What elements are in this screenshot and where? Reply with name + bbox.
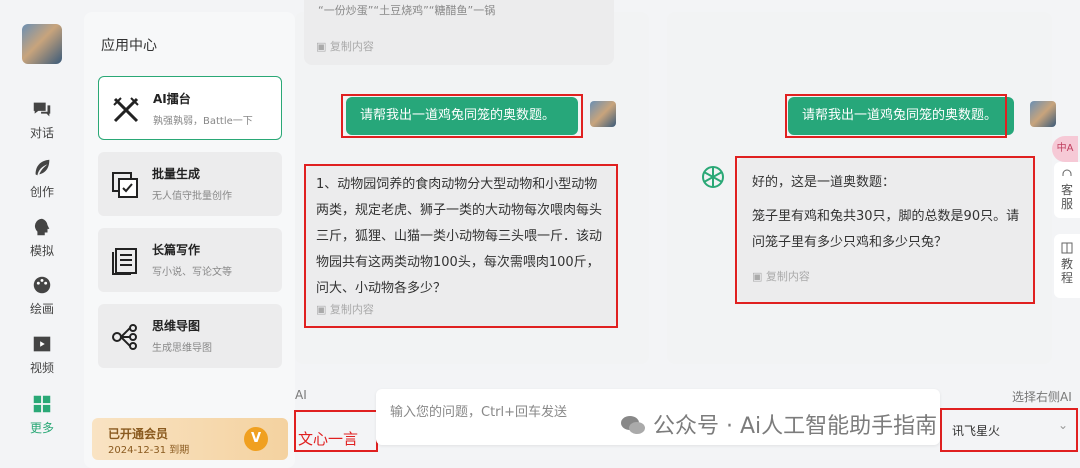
grid-icon <box>33 395 51 413</box>
copy-button[interactable]: ▣ 复制内容 <box>316 303 374 317</box>
nav-item-more[interactable]: 更多 <box>0 393 84 436</box>
chat-icon <box>33 102 51 117</box>
watermark: 公众号 · Ai人工智能助手指南 <box>620 408 937 440</box>
batch-icon <box>112 172 138 198</box>
previous-message-card: “一份炒蛋”“土豆烧鸡”“糖醋鱼”一锅 ▣ 复制内容 <box>304 0 614 65</box>
head-icon <box>34 218 50 236</box>
nav-label: 绘画 <box>29 302 54 316</box>
translate-tab[interactable]: 中A <box>1052 136 1078 162</box>
crossed-swords-icon <box>113 97 139 123</box>
left-ai-label: AI <box>295 388 307 402</box>
copy-button[interactable]: ▣ 复制内容 <box>752 270 810 284</box>
service-label: 客服 <box>1061 183 1074 211</box>
nav-sidebar: 对话 创作 模拟 绘画 视频 更多 <box>0 0 84 468</box>
book-icon <box>1061 242 1073 254</box>
right-bot-message: 好的，这是一道奥数题： 笼子里有鸡和兔共30只，脚的总数是90只。请问笼子里有多… <box>738 158 1034 302</box>
app-title: 长篇写作 <box>152 243 201 257</box>
avatar[interactable] <box>22 24 62 64</box>
bot-message-line1: 好的，这是一道奥数题： <box>752 175 896 190</box>
left-bot-message: 1、动物园饲养的食肉动物分大型动物和小型动物两类，规定老虎、狮子一类的大动物每次… <box>306 166 616 326</box>
member-expiry: 2024-12-31 到期 <box>108 445 190 456</box>
wechat-icon <box>621 416 645 434</box>
nav-label: 创作 <box>29 185 54 199</box>
copy-label: 复制内容 <box>765 270 810 283</box>
mindmap-icon <box>112 324 137 350</box>
customer-service-tab[interactable]: 客服 <box>1054 162 1080 218</box>
nav-item-create[interactable]: 创作 <box>0 157 84 200</box>
nav-item-simulate[interactable]: 模拟 <box>0 216 84 259</box>
feather-icon <box>35 159 50 176</box>
input-placeholder: 输入您的问题，Ctrl+回车发送 <box>390 405 568 420</box>
copy-label: 复制内容 <box>329 303 374 316</box>
app-title: 思维导图 <box>152 319 201 333</box>
app-title: AI擂台 <box>153 92 191 106</box>
left-model-selector[interactable]: 文心一言 <box>298 428 358 449</box>
palette-icon <box>33 276 51 294</box>
video-icon <box>33 336 51 352</box>
app-subtitle: 生成思维导图 <box>152 343 212 354</box>
app-mindmap[interactable]: 思维导图 生成思维导图 <box>98 304 282 368</box>
member-title: 已开通会员 <box>108 427 169 441</box>
right-ai-select-label: 选择右侧AI <box>1012 390 1072 404</box>
copy-button[interactable]: ▣ 复制内容 <box>316 38 374 54</box>
user-avatar <box>590 101 616 127</box>
app-subtitle: 无人值守批量创作 <box>152 191 232 202</box>
app-title: 批量生成 <box>152 167 201 181</box>
app-batch-generate[interactable]: 批量生成 无人值守批量创作 <box>98 152 282 216</box>
tutorial-label: 教程 <box>1061 257 1074 285</box>
tutorial-tab[interactable]: 教程 <box>1054 234 1080 298</box>
app-subtitle: 写小说、写论文等 <box>152 267 232 278</box>
chatgpt-logo-icon <box>702 166 724 188</box>
nav-label: 更多 <box>29 421 54 435</box>
panel-title: 应用中心 <box>101 38 157 54</box>
member-card[interactable]: 已开通会员 2024-12-31 到期 V <box>92 418 288 460</box>
headset-icon <box>1062 169 1072 176</box>
chevron-down-icon: ⌄ <box>1058 418 1069 432</box>
nav-label: 模拟 <box>29 244 54 258</box>
app-ai-arena[interactable]: AI擂台 孰强孰弱，Battle一下 <box>98 76 282 140</box>
right-user-message: 请帮我出一道鸡兔同笼的奥数题。 <box>788 97 1014 135</box>
vip-badge-icon: V <box>244 427 268 451</box>
nav-item-chat[interactable]: 对话 <box>0 98 84 141</box>
watermark-text: 公众号 · Ai人工智能助手指南 <box>653 414 938 439</box>
nav-label: 对话 <box>29 126 54 140</box>
copy-label: 复制内容 <box>329 40 374 53</box>
previous-message-text: “一份炒蛋”“土豆烧鸡”“糖醋鱼”一锅 <box>318 4 496 17</box>
nav-item-paint[interactable]: 绘画 <box>0 274 84 317</box>
nav-item-video[interactable]: 视频 <box>0 333 84 376</box>
user-avatar <box>1030 101 1056 127</box>
document-icon <box>112 248 137 275</box>
left-user-message: 请帮我出一道鸡兔同笼的奥数题。 <box>346 97 578 135</box>
right-model-selector[interactable]: 讯飞星火 <box>952 422 1000 439</box>
bot-message-line2: 笼子里有鸡和兔共30只，脚的总数是90只。请问笼子里有多少只鸡和多少只兔？ <box>752 209 1020 250</box>
app-subtitle: 孰强孰弱，Battle一下 <box>153 116 253 127</box>
nav-label: 视频 <box>29 361 54 375</box>
app-long-writing[interactable]: 长篇写作 写小说、写论文等 <box>98 228 282 292</box>
bot-message-text: 1、动物园饲养的食肉动物分大型动物和小型动物两类，规定老虎、狮子一类的大动物每次… <box>316 177 603 296</box>
